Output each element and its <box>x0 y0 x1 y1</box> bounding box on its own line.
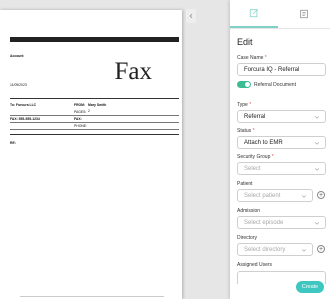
chevron-down-icon <box>314 168 320 171</box>
date-text: 11/09/2023 <box>10 83 27 87</box>
fax-title: Fax <box>114 58 153 85</box>
patient-select[interactable]: Select patient <box>237 189 313 202</box>
sender-label: Account <box>10 54 24 58</box>
add-directory-button[interactable]: + <box>317 245 325 253</box>
type-label: Type * <box>237 102 252 108</box>
security-group-select[interactable]: Select <box>237 162 326 175</box>
divider <box>10 122 179 123</box>
admission-label: Admission <box>237 208 261 214</box>
status-select[interactable]: Attach to EMR <box>237 136 326 149</box>
tab-notes[interactable] <box>280 0 328 28</box>
chevron-down-icon <box>314 222 320 225</box>
chevron-down-icon <box>314 116 320 119</box>
chevron-down-icon <box>301 195 307 198</box>
create-button[interactable]: Create <box>296 281 324 293</box>
referral-document-label: Referral Document <box>254 82 296 88</box>
case-name-label: Case Name * <box>237 55 267 61</box>
fax-page: Account Fax 11/09/2023 To: Forcura LLC F… <box>0 10 182 299</box>
type-select[interactable]: Referral <box>237 110 326 123</box>
security-group-label: Security Group * <box>237 154 274 160</box>
chevron-left-icon <box>189 13 193 19</box>
from-label: FROM: <box>74 103 86 107</box>
divider <box>10 134 179 135</box>
pages-label: PAGES: <box>74 110 87 114</box>
chevron-down-icon <box>301 249 307 252</box>
divider <box>10 98 179 99</box>
status-label: Status * <box>237 128 255 134</box>
phone-label: PHONE: <box>74 124 87 128</box>
edit-panel: Edit Case Name * Forcura IQ - Referral R… <box>230 0 330 299</box>
case-name-field[interactable]: Forcura IQ - Referral <box>237 63 326 76</box>
directory-select[interactable]: Select directory <box>237 243 313 256</box>
directory-label: Directory <box>237 235 258 241</box>
header-bar <box>10 37 179 42</box>
edit-icon <box>249 8 259 18</box>
assigned-users-label: Assigned Users <box>237 262 273 268</box>
document-viewer: Account Fax 11/09/2023 To: Forcura LLC F… <box>0 0 196 299</box>
notes-icon <box>300 9 308 19</box>
from-value: Mary Smith <box>88 103 107 107</box>
to-company: To: Forcura LLC <box>10 103 37 107</box>
divider <box>10 115 179 116</box>
fax-number: FAX: 555-555-1234 <box>10 117 40 121</box>
add-patient-button[interactable]: + <box>317 191 325 199</box>
collapse-panel-button[interactable] <box>186 9 196 23</box>
panel-heading: Edit <box>237 37 253 47</box>
re-label: RE: <box>10 141 16 145</box>
divider <box>10 129 179 130</box>
edit-form: Edit Case Name * Forcura IQ - Referral R… <box>230 29 330 299</box>
chevron-down-icon <box>314 142 320 145</box>
pages-value: 2 <box>88 109 90 113</box>
panel-tabs <box>230 0 330 29</box>
admission-select[interactable]: Select episode <box>237 216 326 229</box>
tab-edit[interactable] <box>230 0 278 28</box>
fax-label: FAX: <box>74 117 82 121</box>
referral-document-toggle[interactable] <box>237 81 251 88</box>
patient-label: Patient <box>237 181 253 187</box>
